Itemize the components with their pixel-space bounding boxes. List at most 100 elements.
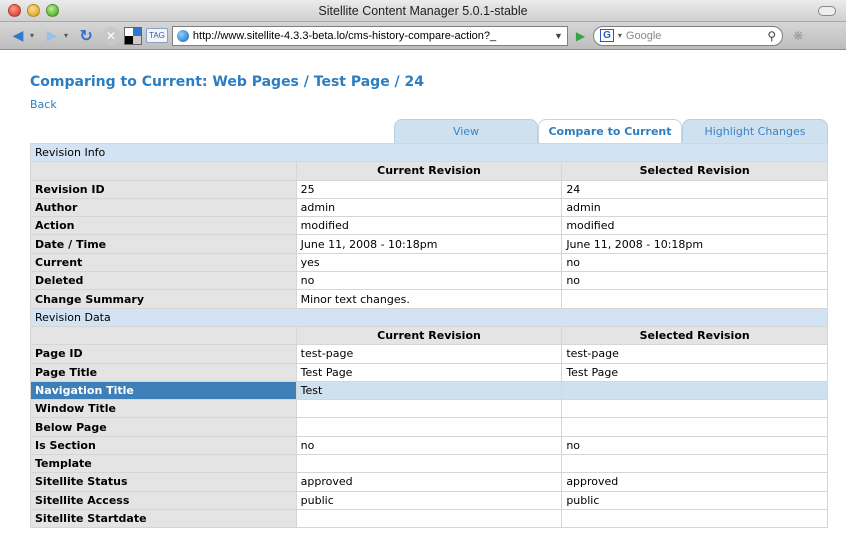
tab-compare-to-current[interactable]: Compare to Current (538, 119, 682, 143)
address-bar[interactable]: http://www.sitellite-4.3.3-beta.lo/cms-h… (171, 25, 568, 46)
table-row: Template (30, 454, 828, 474)
activity-spinner-icon: ❋ (793, 28, 804, 43)
window-controls (8, 4, 59, 17)
column-header-current: Current Revision (295, 161, 563, 181)
delicious-icon[interactable] (124, 26, 143, 45)
table-row: Window Title (30, 399, 828, 419)
table-row: Sitellite Status approved approved (30, 472, 828, 492)
google-icon[interactable]: G (600, 29, 614, 42)
table-row: Is Section no no (30, 435, 828, 456)
row-label: Date / Time (30, 234, 297, 254)
go-arrow-icon[interactable]: ▶ (576, 29, 585, 43)
tag-icon[interactable]: TAG (146, 28, 168, 43)
row-label: Page ID (30, 344, 297, 364)
selected-value (561, 399, 828, 419)
selected-value (561, 454, 828, 474)
back-history-dropdown-icon[interactable]: ▾ (30, 31, 34, 40)
close-window-button[interactable] (8, 4, 21, 17)
back-link[interactable]: Back (30, 98, 57, 111)
section-title: Revision Info (30, 142, 828, 163)
window-titlebar: Sitellite Content Manager 5.0.1-stable (0, 0, 846, 22)
column-header-row: Current Revision Selected Revision (30, 325, 828, 346)
column-header-empty (30, 161, 297, 181)
row-label: Author (30, 197, 297, 218)
section-header-revision-data: Revision Data (30, 307, 828, 327)
row-label: Window Title (30, 399, 297, 419)
table-row: Below Page (30, 417, 828, 437)
stop-icon[interactable]: ✕ (102, 26, 121, 45)
selected-value: Test Page (561, 362, 828, 382)
minimize-window-button[interactable] (27, 4, 40, 17)
toolbar-toggle-button[interactable] (818, 6, 836, 16)
current-value: admin (295, 197, 563, 218)
url-text[interactable]: http://www.sitellite-4.3.3-beta.lo/cms-h… (193, 30, 550, 42)
table-row: Change Summary Minor text changes. (30, 289, 828, 309)
current-value: approved (295, 472, 563, 492)
current-value: public (295, 490, 563, 510)
tab-highlight-changes[interactable]: Highlight Changes (682, 119, 828, 143)
selected-value (561, 289, 828, 309)
row-label: Sitellite Startdate (30, 508, 297, 529)
column-header-current: Current Revision (295, 325, 563, 346)
table-row: Current yes no (30, 252, 828, 273)
selected-value: admin (561, 197, 828, 218)
current-value: modified (295, 216, 563, 236)
search-engine-dropdown-icon[interactable]: ▾ (618, 31, 622, 40)
selected-value (561, 508, 828, 529)
current-value: test-page (295, 344, 563, 364)
forward-history-dropdown-icon[interactable]: ▾ (64, 31, 68, 40)
selected-value (561, 417, 828, 437)
table-row: Revision ID 25 24 (30, 179, 828, 199)
table-row: Page ID test-page test-page (30, 344, 828, 364)
page-content: Comparing to Current: Web Pages / Test P… (0, 74, 846, 529)
window-title: Sitellite Content Manager 5.0.1-stable (318, 4, 528, 18)
current-value (295, 399, 563, 419)
current-value: Test Page (295, 362, 563, 382)
browser-toolbar: ◀ ▾ ▶ ▾ ↻ ✕ TAG http://www.sitellite-4.3… (0, 22, 846, 50)
tab-bar: View Compare to Current Highlight Change… (30, 119, 828, 143)
current-value: yes (295, 252, 563, 273)
row-label: Revision ID (30, 179, 297, 199)
current-value: Minor text changes. (295, 289, 563, 309)
row-label: Deleted (30, 271, 297, 291)
current-value (295, 454, 563, 474)
current-value: 25 (295, 179, 563, 199)
current-value: Test (295, 380, 563, 401)
selected-value: 24 (561, 179, 828, 199)
current-value: no (295, 435, 563, 456)
column-header-selected: Selected Revision (561, 325, 828, 346)
section-title: Revision Data (30, 307, 828, 327)
selected-value (561, 380, 828, 401)
row-label: Navigation Title (30, 380, 297, 401)
search-icon[interactable]: ⚲ (767, 29, 776, 43)
forward-arrow-icon[interactable]: ▶ (40, 25, 64, 47)
back-arrow-icon[interactable]: ◀ (6, 25, 30, 47)
table-row: Deleted no no (30, 271, 828, 291)
table-row: Navigation Title Test (30, 380, 828, 401)
row-label: Sitellite Status (30, 472, 297, 492)
row-label: Below Page (30, 417, 297, 437)
table-row: Action modified modified (30, 216, 828, 236)
row-label: Template (30, 454, 297, 474)
selected-value: approved (561, 472, 828, 492)
selected-value: test-page (561, 344, 828, 364)
reload-icon[interactable]: ↻ (74, 25, 98, 47)
search-bar[interactable]: G ▾ Google ⚲ (593, 25, 784, 46)
selected-value: June 11, 2008 - 10:18pm (561, 234, 828, 254)
table-row: Sitellite Access public public (30, 490, 828, 510)
row-label: Action (30, 216, 297, 236)
tab-view[interactable]: View (394, 119, 538, 143)
url-dropdown-icon[interactable]: ▼ (554, 31, 563, 41)
zoom-window-button[interactable] (46, 4, 59, 17)
row-label: Is Section (30, 435, 297, 456)
table-row: Sitellite Startdate (30, 508, 828, 529)
selected-value: no (561, 271, 828, 291)
column-header-empty (30, 325, 297, 346)
selected-value: no (561, 435, 828, 456)
row-label: Current (30, 252, 297, 273)
search-input[interactable]: Google (626, 30, 763, 42)
section-header-revision-info: Revision Info (30, 142, 828, 163)
table-row: Page Title Test Page Test Page (30, 362, 828, 382)
column-header-selected: Selected Revision (561, 161, 828, 181)
row-label: Page Title (30, 362, 297, 382)
